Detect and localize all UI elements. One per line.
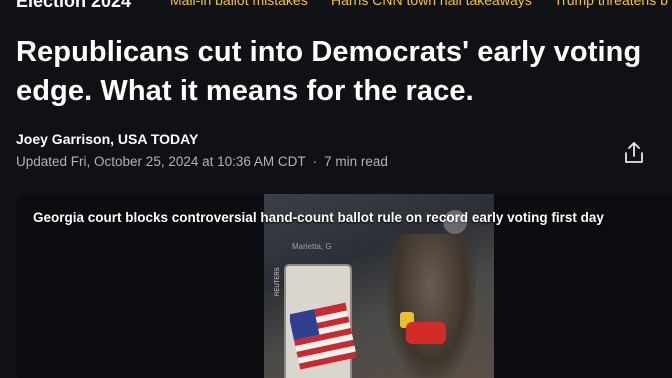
nav-link-mail-in-ballot[interactable]: Mail-in ballot mistakes [170, 0, 308, 8]
read-time: 7 min read [324, 154, 388, 169]
video-title: Georgia court blocks controversial hand-… [33, 210, 604, 225]
nav-link-trump-threatens[interactable]: Trump threatens b [554, 0, 668, 8]
thumbnail-red-object [406, 322, 446, 344]
nav-section-election-2024[interactable]: Election 2024 [16, 0, 131, 12]
loading-spinner-icon [443, 210, 467, 234]
thumbnail-credit: REUTERS [275, 267, 281, 296]
share-button[interactable] [622, 140, 646, 166]
share-icon [625, 142, 643, 163]
article-meta: Updated Fri, October 25, 2024 at 10:36 A… [16, 154, 388, 169]
top-nav: Election 2024 Mail-in ballot mistakes Ha… [0, 0, 672, 16]
thumbnail-person [386, 234, 476, 378]
article-headline: Republicans cut into Democrats' early vo… [16, 36, 642, 107]
american-flag-icon [290, 302, 356, 370]
article-byline[interactable]: Joey Garrison, USA TODAY [16, 131, 198, 147]
video-player[interactable]: Marietta, G REUTERS Georgia court blocks… [16, 194, 672, 378]
thumbnail-location-label: Marietta, G [292, 242, 332, 251]
updated-timestamp: Updated Fri, October 25, 2024 at 10:36 A… [16, 154, 306, 169]
nav-link-harris-town-hall[interactable]: Harris CNN town hall takeaways [331, 0, 532, 8]
meta-separator: · [312, 154, 318, 169]
